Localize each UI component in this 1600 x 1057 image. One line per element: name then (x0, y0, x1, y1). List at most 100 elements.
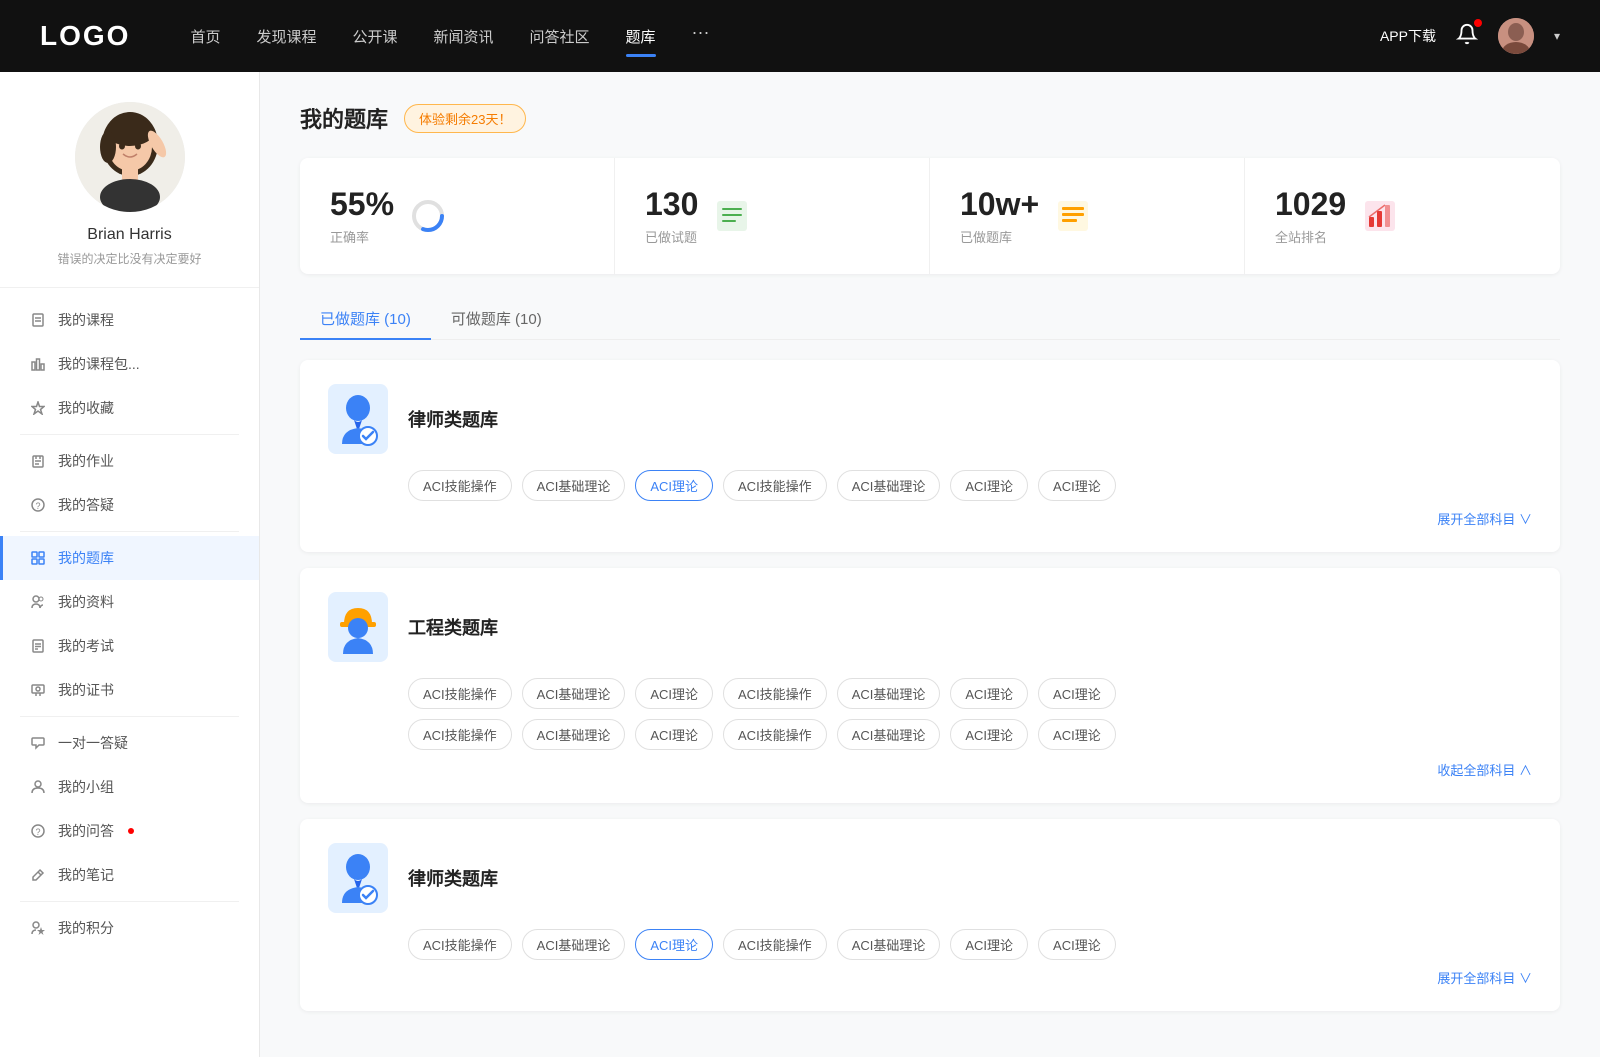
qbank-card-lawyer-1-tags: ACI技能操作 ACI基础理论 ACI理论 ACI技能操作 ACI基础理论 AC… (408, 470, 1532, 501)
tag-item[interactable]: ACI理论 (950, 470, 1028, 501)
app-download-button[interactable]: APP下载 (1380, 26, 1436, 46)
tag-item[interactable]: ACI理论 (1038, 678, 1116, 709)
my-questions-badge (128, 828, 134, 834)
page-title: 我的题库 (300, 102, 388, 134)
tag-item[interactable]: ACI理论 (1038, 929, 1116, 960)
sidebar-item-profile[interactable]: 我的资料 (0, 580, 259, 624)
sidebar-motto: 错误的决定比没有决定要好 (57, 250, 201, 267)
tag-item[interactable]: ACI基础理论 (522, 678, 626, 709)
qbank-card-engineer-tags-row2: ACI技能操作 ACI基础理论 ACI理论 ACI技能操作 ACI基础理论 AC… (408, 719, 1532, 750)
sidebar-profile: Brian Harris 错误的决定比没有决定要好 (0, 102, 259, 288)
nav-qa[interactable]: 问答社区 (530, 22, 590, 51)
tag-item[interactable]: ACI理论 (950, 929, 1028, 960)
tag-item[interactable]: ACI理论 (635, 678, 713, 709)
qbank-card-lawyer-2-expand[interactable]: 展开全部科目 ∨ (328, 968, 1532, 987)
tag-item[interactable]: ACI技能操作 (723, 929, 827, 960)
bar-chart-icon (1362, 198, 1398, 234)
tag-item[interactable]: ACI技能操作 (408, 678, 512, 709)
main-content: 我的题库 体验剩余23天！ 55% 正确率 (260, 72, 1600, 1057)
logo[interactable]: LOGO (40, 20, 130, 52)
tag-item[interactable]: ACI基础理论 (837, 929, 941, 960)
stat-done-questions-text: 130 已做试题 (645, 186, 698, 246)
doc-text-icon (30, 638, 46, 654)
tag-item[interactable]: ACI基础理论 (837, 719, 941, 750)
nav-open-course[interactable]: 公开课 (352, 22, 397, 51)
tag-item-active[interactable]: ACI理论 (635, 470, 713, 501)
stat-done-banks-value: 10w+ (960, 186, 1039, 223)
stat-done-questions-value: 130 (645, 186, 698, 223)
stat-rank: 1029 全站排名 (1245, 158, 1560, 274)
page-header: 我的题库 体验剩余23天！ (300, 102, 1560, 134)
sidebar-item-group[interactable]: 我的小组 (0, 765, 259, 809)
tag-item[interactable]: ACI基础理论 (522, 719, 626, 750)
tag-item[interactable]: ACI基础理论 (522, 470, 626, 501)
sidebar-item-homework[interactable]: 我的作业 (0, 439, 259, 483)
qbank-card-lawyer-1-expand[interactable]: 展开全部科目 ∨ (328, 509, 1532, 528)
tag-item[interactable]: ACI理论 (635, 719, 713, 750)
tag-item[interactable]: ACI理论 (950, 719, 1028, 750)
sidebar-divider-2 (20, 531, 239, 532)
stat-done-questions-label: 已做试题 (645, 227, 698, 246)
avatar-image (1498, 18, 1534, 54)
sidebar-item-courses-label: 我的课程 (58, 310, 114, 330)
tag-item[interactable]: ACI技能操作 (408, 470, 512, 501)
user-avatar (75, 102, 185, 212)
sidebar-item-my-questions[interactable]: ? 我的问答 (0, 809, 259, 853)
star-icon (30, 400, 46, 416)
stat-accuracy: 55% 正确率 (300, 158, 615, 274)
navbar-right: APP下载 ▾ (1380, 18, 1560, 54)
sidebar-item-favorites[interactable]: 我的收藏 (0, 386, 259, 430)
sidebar-item-exam[interactable]: 我的考试 (0, 624, 259, 668)
tag-item[interactable]: ACI基础理论 (522, 929, 626, 960)
circle-q2-icon: ? (30, 823, 46, 839)
sidebar-item-points[interactable]: 我的积分 (0, 906, 259, 950)
tag-item[interactable]: ACI技能操作 (723, 719, 827, 750)
stat-rank-label: 全站排名 (1275, 227, 1346, 246)
speech-icon (30, 735, 46, 751)
qbank-card-lawyer-1-title: 律师类题库 (408, 406, 498, 432)
sidebar-item-notes[interactable]: 我的笔记 (0, 853, 259, 897)
sidebar-item-one-on-one[interactable]: 一对一答疑 (0, 721, 259, 765)
tag-item[interactable]: ACI理论 (1038, 470, 1116, 501)
qbank-card-engineer-collapse[interactable]: 收起全部科目 ∧ (328, 760, 1532, 779)
nav-more[interactable]: ··· (692, 22, 710, 51)
sidebar-item-courses[interactable]: 我的课程 (0, 298, 259, 342)
sidebar-item-question-bank[interactable]: 我的题库 (0, 536, 259, 580)
qbank-card-lawyer-2-title: 律师类题库 (408, 865, 498, 891)
tag-item[interactable]: ACI技能操作 (408, 929, 512, 960)
sidebar-item-group-label: 我的小组 (58, 777, 114, 797)
nav-question-bank[interactable]: 题库 (626, 22, 656, 51)
sidebar-username: Brian Harris (87, 226, 171, 244)
tab-available-banks[interactable]: 可做题库 (10) (431, 298, 562, 339)
grid-icon (30, 550, 46, 566)
tag-item[interactable]: ACI基础理论 (837, 678, 941, 709)
nav-news[interactable]: 新闻资讯 (434, 22, 494, 51)
sidebar-item-favorites-label: 我的收藏 (58, 398, 114, 418)
tabs-row: 已做题库 (10) 可做题库 (10) (300, 298, 1560, 340)
nav-discover[interactable]: 发现课程 (256, 22, 316, 51)
sidebar-item-my-questions-label: 我的问答 (58, 821, 114, 841)
user-dropdown-arrow[interactable]: ▾ (1554, 29, 1560, 43)
qbank-card-engineer-tags-row1: ACI技能操作 ACI基础理论 ACI理论 ACI技能操作 ACI基础理论 AC… (408, 678, 1532, 709)
qbank-card-lawyer-1: 律师类题库 ACI技能操作 ACI基础理论 ACI理论 ACI技能操作 ACI基… (300, 360, 1560, 552)
sidebar-divider-1 (20, 434, 239, 435)
sidebar-item-course-packages[interactable]: 我的课程包... (0, 342, 259, 386)
sidebar-item-certificate[interactable]: 我的证书 (0, 668, 259, 712)
sidebar-item-qa-label: 我的答疑 (58, 495, 114, 515)
tag-item[interactable]: ACI技能操作 (723, 470, 827, 501)
tag-item[interactable]: ACI理论 (1038, 719, 1116, 750)
tag-item[interactable]: ACI技能操作 (723, 678, 827, 709)
notification-bell[interactable] (1456, 23, 1478, 50)
user-avatar-nav[interactable] (1498, 18, 1534, 54)
sidebar-item-certificate-label: 我的证书 (58, 680, 114, 700)
sidebar-item-exam-label: 我的考试 (58, 636, 114, 656)
tab-done-banks[interactable]: 已做题库 (10) (300, 298, 431, 339)
qbank-card-lawyer-2-header: 律师类题库 (328, 843, 1532, 913)
tag-item[interactable]: ACI理论 (950, 678, 1028, 709)
tag-item-active[interactable]: ACI理论 (635, 929, 713, 960)
nav-home[interactable]: 首页 (190, 22, 220, 51)
tag-item[interactable]: ACI基础理论 (837, 470, 941, 501)
sidebar-item-qa[interactable]: ? 我的答疑 (0, 483, 259, 527)
tag-item[interactable]: ACI技能操作 (408, 719, 512, 750)
svg-text:?: ? (36, 501, 41, 511)
